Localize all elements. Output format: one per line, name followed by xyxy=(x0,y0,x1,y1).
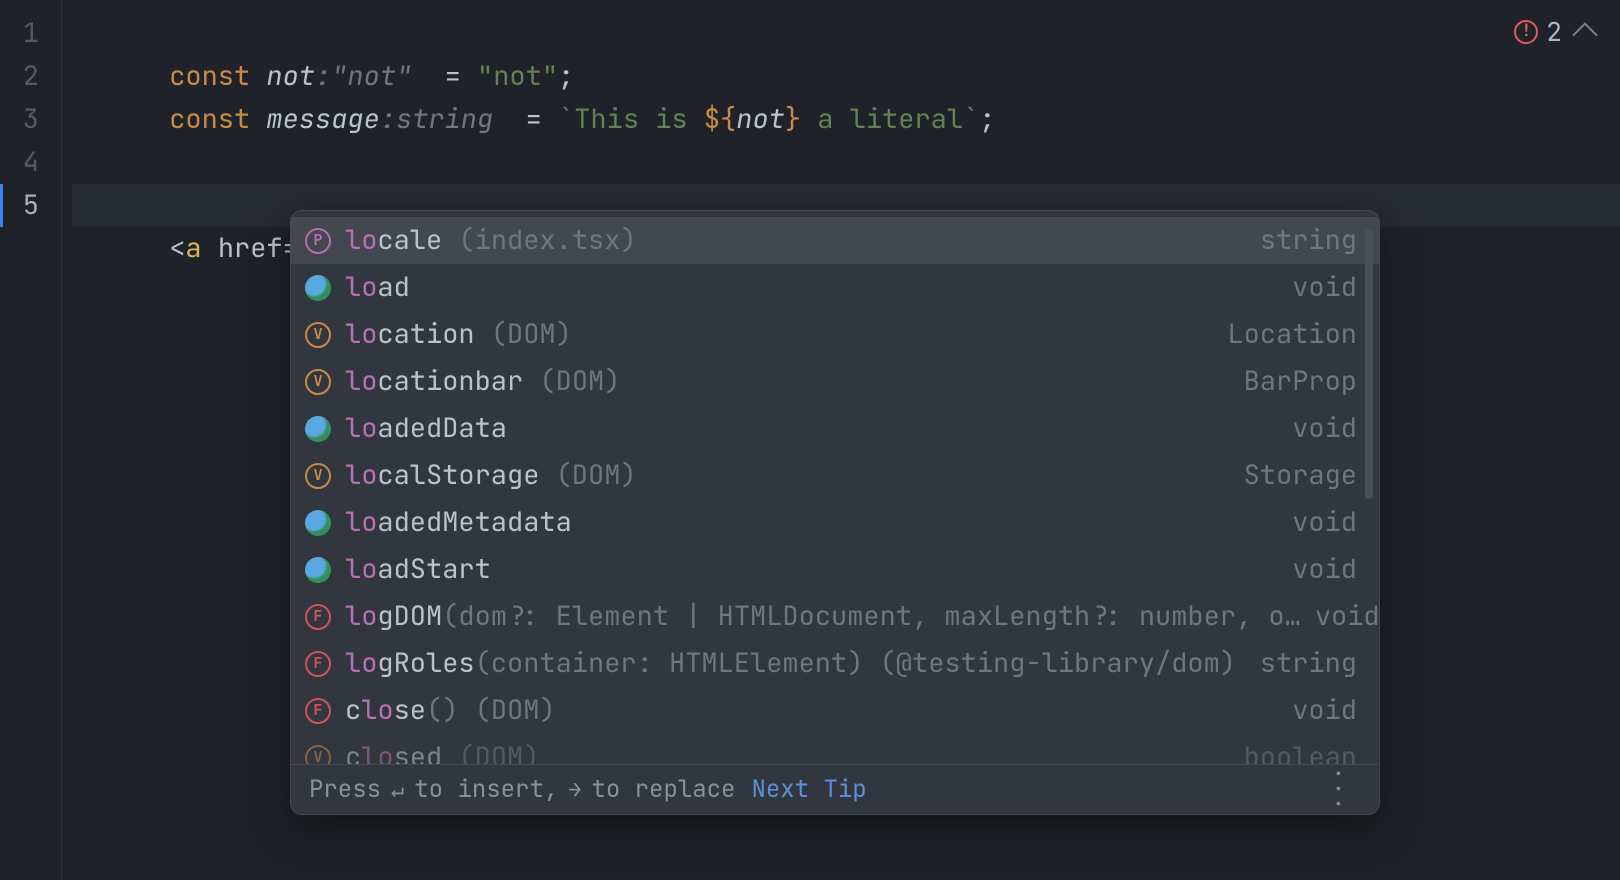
completion-name: locale (index.tsx) xyxy=(345,217,637,264)
event-icon xyxy=(305,510,331,536)
code-line[interactable]: const CareersLink = ({locale} : {locale:… xyxy=(72,141,1620,184)
completion-type: string xyxy=(1260,640,1357,687)
function-icon: F xyxy=(305,604,331,630)
chevron-up-icon[interactable] xyxy=(1572,22,1597,47)
autocomplete-item[interactable]: FlogDOM(dom?: Element | HTMLDocument, ma… xyxy=(291,593,1379,640)
completion-name: localStorage (DOM) xyxy=(345,452,637,499)
completion-type: void xyxy=(1292,687,1357,734)
identifier: not xyxy=(266,58,315,94)
completion-type: void xyxy=(1292,546,1357,593)
autocomplete-item[interactable]: FlogRoles(container: HTMLElement) (@test… xyxy=(291,640,1379,687)
autocomplete-item[interactable]: loadStart void xyxy=(291,546,1379,593)
autocomplete-item[interactable]: load void xyxy=(291,264,1379,311)
function-icon: F xyxy=(305,651,331,677)
completion-name: load xyxy=(345,264,410,311)
next-tip-link[interactable]: Next Tip xyxy=(751,774,866,805)
code-area[interactable]: const not:"not" = "not"; const message:s… xyxy=(62,0,1620,880)
completion-name: loadedData xyxy=(345,405,507,452)
completion-type: void xyxy=(1315,593,1379,640)
completion-name: close() (DOM) xyxy=(345,687,556,734)
parameter-icon: P xyxy=(305,228,331,254)
completion-type: void xyxy=(1292,499,1357,546)
completion-type: BarProp xyxy=(1244,358,1357,405)
completion-name: loadStart xyxy=(345,546,491,593)
error-count: 2 xyxy=(1546,14,1562,49)
autocomplete-item[interactable]: loadedData void xyxy=(291,405,1379,452)
line-number-active: 5 xyxy=(0,184,39,227)
autocomplete-item[interactable]: Vlocationbar (DOM) BarProp xyxy=(291,358,1379,405)
completion-type: void xyxy=(1292,264,1357,311)
completion-name: location (DOM) xyxy=(345,311,572,358)
line-number: 1 xyxy=(0,12,39,55)
function-icon: F xyxy=(305,698,331,724)
event-icon xyxy=(305,275,331,301)
autocomplete-list[interactable]: Plocale (index.tsx)stringloadvoidVlocati… xyxy=(291,211,1379,764)
variable-icon: V xyxy=(305,745,331,765)
line-number: 2 xyxy=(0,55,39,98)
keyword: const xyxy=(169,58,266,94)
autocomplete-item[interactable]: Fclose() (DOM) void xyxy=(291,687,1379,734)
completion-type: Storage xyxy=(1244,452,1357,499)
autocomplete-item[interactable]: Vclosed (DOM) boolean xyxy=(291,734,1379,764)
autocomplete-item[interactable]: VlocalStorage (DOM) Storage xyxy=(291,452,1379,499)
event-icon xyxy=(305,416,331,442)
string-literal: "not" xyxy=(477,58,558,94)
autocomplete-item[interactable]: Vlocation (DOM) Location xyxy=(291,311,1379,358)
variable-icon: V xyxy=(305,369,331,395)
completion-name: closed (DOM) xyxy=(345,734,539,764)
autocomplete-popup[interactable]: Plocale (index.tsx)stringloadvoidVlocati… xyxy=(290,210,1380,815)
autocomplete-item[interactable]: loadedMetadata void xyxy=(291,499,1379,546)
line-number: 3 xyxy=(0,98,39,141)
variable-icon: V xyxy=(305,322,331,348)
autocomplete-footer: Press ↵ to insert, → to replace Next Tip… xyxy=(291,764,1379,814)
autocomplete-item[interactable]: Plocale (index.tsx) string xyxy=(291,217,1379,264)
completion-name: logRoles(container: HTMLElement) (@testi… xyxy=(345,640,1236,687)
problems-indicator[interactable]: ! 2 xyxy=(1514,14,1594,49)
completion-type: string xyxy=(1260,217,1357,264)
variable-icon: V xyxy=(305,463,331,489)
code-line[interactable]: const not:"not" = "not"; xyxy=(72,12,1620,55)
line-number-gutter: 1 2 3 4 5 xyxy=(0,0,62,880)
completion-type: void xyxy=(1292,405,1357,452)
line-number: 4 xyxy=(0,141,39,184)
completion-type: boolean xyxy=(1244,734,1357,764)
tab-key-icon: → xyxy=(568,775,581,804)
completion-name: locationbar (DOM) xyxy=(345,358,620,405)
type-hint: :"not" xyxy=(315,58,428,94)
enter-key-icon: ↵ xyxy=(391,775,404,804)
code-editor[interactable]: 1 2 3 4 5 const not:"not" = "not"; const… xyxy=(0,0,1620,880)
completion-type: Location xyxy=(1227,311,1357,358)
completion-name: logDOM(dom?: Element | HTMLDocument, max… xyxy=(345,593,1301,640)
completion-name: loadedMetadata xyxy=(345,499,572,546)
popup-scrollbar[interactable] xyxy=(1365,229,1373,499)
error-icon: ! xyxy=(1514,20,1538,44)
more-menu-icon[interactable]: ··· xyxy=(1324,767,1353,813)
event-icon xyxy=(305,557,331,583)
